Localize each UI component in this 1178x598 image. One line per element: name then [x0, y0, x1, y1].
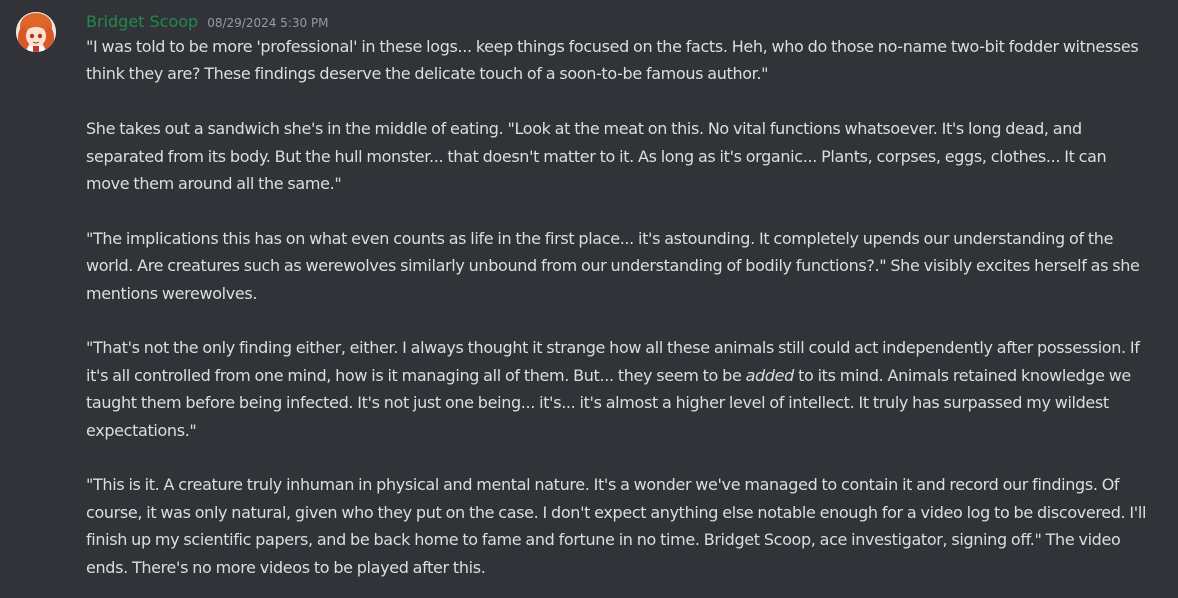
avatar-icon [16, 12, 56, 52]
message-paragraph: "This is it. A creature truly inhuman in… [86, 475, 1147, 577]
message-paragraph: "That's not the only finding either, eit… [86, 334, 1148, 444]
emphasized-text: added [745, 365, 795, 385]
message-content: "I was told to be more 'professional' in… [86, 33, 1148, 581]
message-paragraph: "The implications this has on what even … [86, 228, 1140, 303]
message-paragraph: She takes out a sandwich she's in the mi… [86, 119, 1107, 194]
message-header: Bridget Scoop 08/29/2024 5:30 PM [86, 11, 1148, 33]
message-paragraph: "I was told to be more 'professional' in… [86, 37, 1139, 84]
timestamp: 08/29/2024 5:30 PM [207, 16, 329, 30]
username[interactable]: Bridget Scoop [86, 11, 198, 33]
avatar[interactable] [16, 12, 56, 52]
chat-message: Bridget Scoop 08/29/2024 5:30 PM "I was … [0, 0, 1178, 598]
